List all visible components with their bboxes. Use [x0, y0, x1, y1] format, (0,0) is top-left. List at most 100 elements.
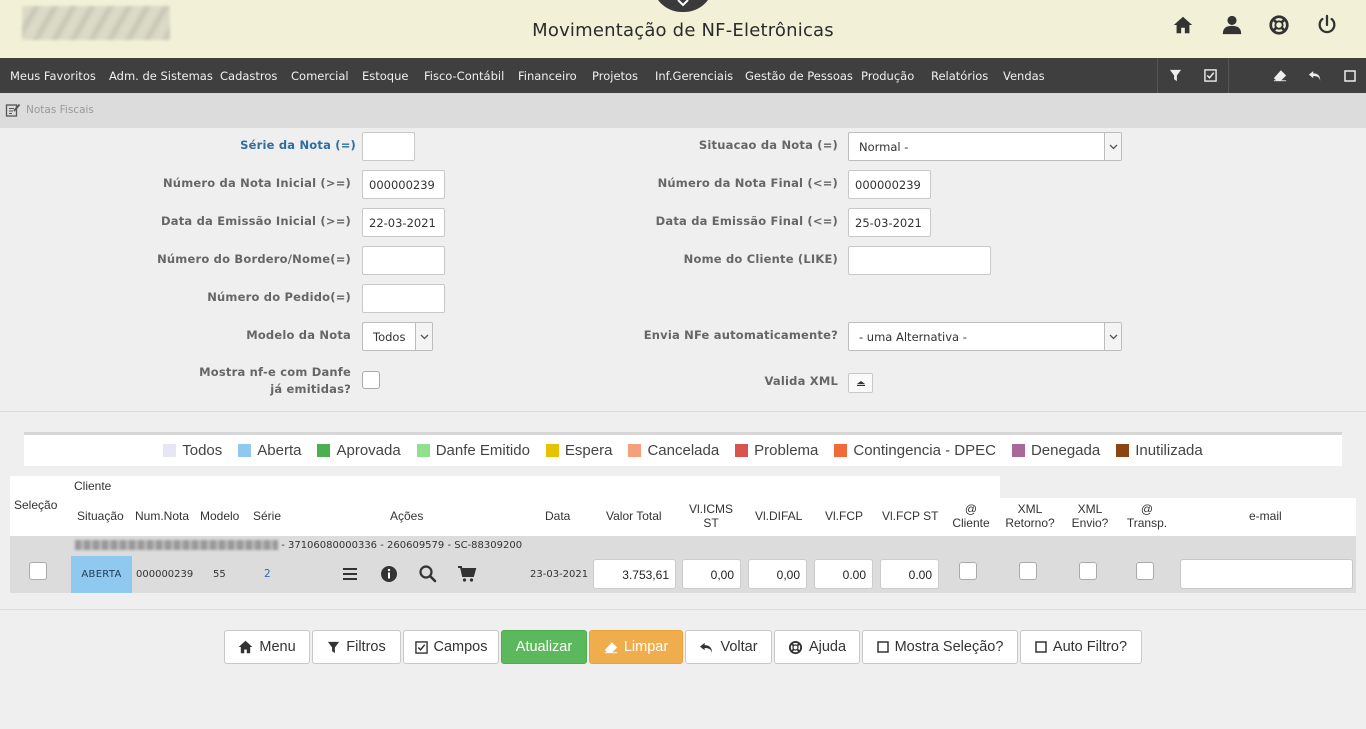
col-xml-retorno: XML Retorno? — [1002, 502, 1058, 530]
row-modelo: 55 — [213, 569, 226, 580]
user-icon[interactable] — [1221, 14, 1243, 36]
col-vl-fcp[interactable]: Vl.FCP — [825, 509, 863, 523]
data-emissao-inicial-input[interactable]: 22-03-2021 — [362, 208, 445, 237]
col-situacao[interactable]: Situação — [77, 509, 124, 523]
menu-gestao-pessoas[interactable]: Gestão de Pessoas — [745, 69, 853, 83]
pedido-input[interactable] — [362, 284, 445, 313]
vl-fcp-input[interactable]: 0.00 — [814, 559, 873, 589]
vl-difal-input[interactable]: 0,00 — [748, 559, 807, 589]
mostra-selecao-button[interactable]: Mostra Seleção? — [862, 630, 1018, 664]
ajuda-button[interactable]: Ajuda — [774, 630, 860, 664]
menu-estoque[interactable]: Estoque — [362, 69, 408, 83]
legend-cancelada[interactable]: Cancelada — [628, 442, 719, 459]
mostra-danfe-label: Mostra nf-e com Danfe já emitidas? — [199, 365, 351, 396]
legend-todos[interactable]: Todos — [163, 442, 222, 459]
valor-total-input[interactable]: 3.753,61 — [593, 559, 676, 589]
menu-adm-sistemas[interactable]: Adm. de Sistemas — [109, 69, 213, 83]
at-transp-checkbox[interactable] — [1136, 562, 1154, 580]
legend-inutilizada[interactable]: Inutilizada — [1116, 442, 1203, 459]
vl-icms-st-input[interactable]: 0,00 — [682, 559, 741, 589]
col-num-nota[interactable]: Num.Nota — [135, 509, 189, 523]
home-icon[interactable] — [1172, 14, 1194, 36]
atualizar-button[interactable]: Atualizar — [501, 630, 587, 664]
menu-producao[interactable]: Produção — [861, 69, 914, 83]
row-serie-link[interactable]: 2 — [264, 568, 271, 580]
legend-swatch — [163, 444, 177, 457]
search-icon[interactable] — [418, 564, 438, 584]
collapse-header-tab[interactable] — [652, 0, 714, 12]
limpar-button[interactable]: Limpar — [589, 630, 683, 664]
menu-lines-icon[interactable] — [340, 564, 360, 584]
row-select-checkbox[interactable] — [29, 562, 47, 580]
menu-button[interactable]: Menu — [224, 630, 310, 664]
checkbox-icon[interactable] — [1193, 58, 1228, 93]
menu-inf-gerenciais[interactable]: Inf.Gerenciais — [655, 69, 733, 83]
col-vl-difal[interactable]: Vl.DIFAL — [755, 509, 802, 523]
email-input[interactable] — [1180, 559, 1353, 589]
mostra-danfe-checkbox[interactable] — [362, 371, 380, 389]
cart-icon[interactable] — [457, 564, 477, 584]
lifebuoy-icon — [788, 640, 803, 655]
data-emissao-final-input[interactable]: 25-03-2021 — [848, 208, 931, 237]
limpar-button-label: Limpar — [623, 639, 669, 655]
col-at-cliente-line1: @ — [964, 502, 978, 516]
legend-denegada[interactable]: Denegada — [1011, 442, 1100, 459]
modelo-nota-select[interactable]: Todos — [362, 322, 433, 351]
vl-fcp-st-input[interactable]: 0.00 — [880, 559, 939, 589]
menu-fisco-contabil[interactable]: Fisco-Contábil — [424, 69, 504, 83]
nome-cliente-input[interactable] — [848, 246, 991, 275]
legend-aprovada[interactable]: Aprovada — [317, 442, 401, 459]
col-cliente[interactable]: Cliente — [74, 479, 111, 493]
window-icon[interactable] — [1332, 58, 1366, 93]
undo-icon[interactable] — [1297, 58, 1332, 93]
valida-xml-button[interactable] — [848, 373, 873, 393]
xml-retorno-checkbox[interactable] — [1019, 562, 1037, 580]
filtros-button[interactable]: Filtros — [312, 630, 401, 664]
data-emissao-final-label: Data da Emissão Final (<=) — [655, 214, 838, 228]
legend-swatch — [628, 444, 642, 457]
col-vl-icms-st[interactable]: Vl.ICMS ST — [682, 502, 740, 530]
section-divider — [0, 411, 1366, 412]
menu-comercial[interactable]: Comercial — [291, 69, 349, 83]
at-cliente-checkbox[interactable] — [959, 562, 977, 580]
menu-relatorios[interactable]: Relatórios — [931, 69, 988, 83]
col-at-cliente: @ Cliente — [946, 502, 996, 530]
bordero-input[interactable] — [362, 246, 445, 275]
info-icon[interactable] — [379, 564, 399, 584]
legend-swatch — [1116, 444, 1130, 457]
pedido-label: Número do Pedido(=) — [207, 290, 351, 304]
col-modelo[interactable]: Modelo — [200, 509, 239, 523]
col-vl-fcp-st[interactable]: Vl.FCP ST — [882, 509, 938, 523]
voltar-button[interactable]: Voltar — [685, 630, 772, 664]
legend-problema[interactable]: Problema — [735, 442, 818, 459]
situacao-nota-select[interactable]: Normal - — [848, 132, 1122, 161]
menu-meus-favoritos[interactable]: Meus Favoritos — [10, 69, 96, 83]
col-selecao[interactable]: Seleção — [14, 498, 57, 512]
menu-financeiro[interactable]: Financeiro — [518, 69, 577, 83]
auto-filtro-button[interactable]: Auto Filtro? — [1020, 630, 1142, 664]
legend-aberta[interactable]: Aberta — [238, 442, 301, 459]
col-valor-total[interactable]: Valor Total — [606, 509, 662, 523]
col-data[interactable]: Data — [545, 509, 570, 523]
num-nota-final-label: Número da Nota Final (<=) — [657, 176, 838, 190]
xml-envio-checkbox[interactable] — [1079, 562, 1097, 580]
col-xml-retorno-line2: Retorno? — [1005, 516, 1055, 530]
num-nota-final-input[interactable]: 000000239 — [848, 170, 931, 199]
legend-label: Aprovada — [336, 442, 401, 459]
legend-danfe-emitido[interactable]: Danfe Emitido — [416, 442, 530, 459]
num-nota-inicial-input[interactable]: 000000239 — [362, 170, 445, 199]
lifebuoy-icon[interactable] — [1268, 14, 1290, 36]
legend-espera[interactable]: Espera — [545, 442, 612, 459]
legend-swatch — [416, 444, 430, 457]
eraser-icon[interactable] — [1262, 58, 1297, 93]
campos-button[interactable]: Campos — [403, 630, 499, 664]
col-serie[interactable]: Série — [253, 509, 281, 523]
envia-nfe-select[interactable]: - uma Alternativa - — [848, 322, 1122, 351]
menu-cadastros[interactable]: Cadastros — [220, 69, 277, 83]
power-icon[interactable] — [1316, 14, 1338, 36]
filter-icon[interactable] — [1158, 58, 1193, 93]
legend-contingencia[interactable]: Contingencia - DPEC — [834, 442, 996, 459]
menu-vendas[interactable]: Vendas — [1003, 69, 1045, 83]
serie-input[interactable] — [362, 132, 415, 161]
menu-projetos[interactable]: Projetos — [592, 69, 638, 83]
